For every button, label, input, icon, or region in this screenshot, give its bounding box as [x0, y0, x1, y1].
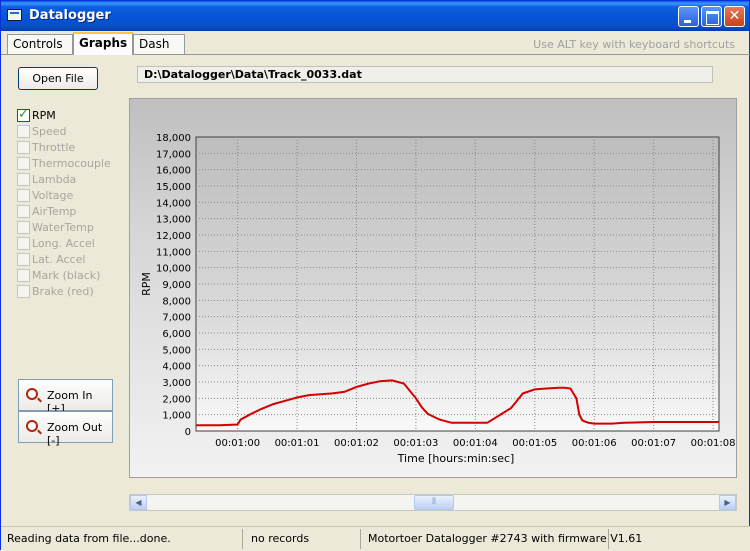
y-tick-label: 10,000: [156, 264, 191, 275]
y-tick-label: 12,000: [156, 231, 191, 242]
y-tick-label: 8,000: [162, 296, 191, 307]
status-bar: Reading data from file...done. no record…: [1, 526, 750, 551]
channel-label: Voltage: [32, 189, 74, 202]
status-device: Motortoer Datalogger #2743 with firmware…: [368, 532, 643, 545]
x-tick-label: 00:01:00: [215, 438, 260, 449]
checkbox[interactable]: [17, 221, 30, 234]
app-window: Datalogger ✕ Controls Graphs Dash Use AL…: [0, 0, 750, 551]
scroll-thumb[interactable]: ⦀: [414, 495, 454, 510]
rpm-chart[interactable]: 0 1,000 2,000 3,000 4,000 5,000 6,000 7,000 8,00…: [129, 98, 737, 478]
checkbox[interactable]: [17, 141, 30, 154]
x-tick-label: 00:01:08: [691, 438, 736, 449]
channel-label: Throttle: [32, 141, 76, 154]
channel-lambda[interactable]: Lambda: [17, 171, 125, 187]
channel-watertemp[interactable]: WaterTemp: [17, 219, 125, 235]
app-icon: [7, 9, 22, 21]
y-tick-label: 0: [185, 427, 191, 438]
y-tick-label: 9,000: [162, 280, 191, 291]
channel-long-accel[interactable]: Long. Accel: [17, 235, 125, 251]
zoom-out-icon: [26, 420, 38, 432]
zoom-in-button[interactable]: Zoom In [+]: [18, 379, 113, 415]
y-tick-label: 7,000: [162, 313, 191, 324]
shortcut-hint: Use ALT key with keyboard shortcuts: [533, 38, 735, 51]
x-tick-label: 00:01:04: [453, 438, 498, 449]
close-icon: ✕: [728, 8, 741, 24]
status-message: Reading data from file...done.: [7, 532, 171, 545]
channel-label: AirTemp: [32, 205, 77, 218]
tab-controls[interactable]: Controls: [7, 34, 73, 55]
channel-brake[interactable]: Brake (red): [17, 283, 125, 299]
scroll-left-button[interactable]: ◀: [130, 495, 147, 510]
y-tick-label: 17,000: [156, 149, 191, 160]
channel-label: Long. Accel: [32, 237, 95, 250]
channel-label: Brake (red): [32, 285, 94, 298]
channel-label: Lat. Accel: [32, 253, 86, 266]
channel-rpm[interactable]: RPM: [17, 107, 125, 123]
checkbox[interactable]: [17, 253, 30, 266]
x-tick-label: 00:01:02: [334, 438, 379, 449]
channel-label: Lambda: [32, 173, 77, 186]
checkbox[interactable]: [17, 173, 30, 186]
channel-voltage[interactable]: Voltage: [17, 187, 125, 203]
zoom-out-label: Zoom Out [-]: [47, 421, 103, 447]
status-divider: [608, 529, 609, 549]
checkbox[interactable]: [17, 285, 30, 298]
chart-scrollbar[interactable]: ◀ ⦀ ▶: [129, 494, 737, 511]
x-tick-label: 00:01:01: [275, 438, 320, 449]
channel-lat-accel[interactable]: Lat. Accel: [17, 251, 125, 267]
y-tick-label: 2,000: [162, 394, 191, 405]
checkbox[interactable]: [17, 205, 30, 218]
y-tick-label: 5,000: [162, 345, 191, 356]
checkbox[interactable]: [17, 125, 30, 138]
channel-airtemp[interactable]: AirTemp: [17, 203, 125, 219]
maximize-button[interactable]: [701, 6, 722, 27]
channel-label: Speed: [32, 125, 67, 138]
y-tick-label: 18,000: [156, 133, 191, 144]
channel-mark[interactable]: Mark (black): [17, 267, 125, 283]
y-tick-label: 16,000: [156, 166, 191, 177]
y-tick-label: 14,000: [156, 198, 191, 209]
y-tick-label: 15,000: [156, 182, 191, 193]
status-divider: [242, 529, 243, 549]
window-title: Datalogger: [29, 8, 111, 23]
channel-label: Mark (black): [32, 269, 101, 282]
channel-label: RPM: [32, 109, 56, 122]
minimize-button[interactable]: [678, 6, 699, 27]
open-file-button[interactable]: Open File: [18, 67, 98, 90]
checkbox[interactable]: [17, 157, 30, 170]
y-tick-label: 4,000: [162, 362, 191, 373]
checkbox[interactable]: [17, 269, 30, 282]
x-tick-label: 00:01:03: [393, 438, 438, 449]
file-path-field: D:\Datalogger\Data\Track_0033.dat: [137, 66, 713, 83]
channel-list: RPM Speed Throttle Thermocouple Lambda V…: [17, 107, 125, 299]
tab-graphs[interactable]: Graphs: [73, 32, 133, 55]
channel-label: Thermocouple: [32, 157, 111, 170]
status-records: no records: [251, 532, 310, 545]
close-button[interactable]: ✕: [724, 6, 745, 27]
x-tick-label: 00:01:05: [512, 438, 557, 449]
scroll-right-button[interactable]: ▶: [719, 495, 736, 510]
y-tick-label: 6,000: [162, 329, 191, 340]
zoom-out-button[interactable]: Zoom Out [-]: [18, 411, 113, 447]
checkbox[interactable]: [17, 237, 30, 250]
x-axis-label: Time [hours:min:sec]: [397, 452, 515, 465]
status-divider: [360, 529, 361, 549]
tab-dash[interactable]: Dash: [133, 34, 185, 55]
title-bar[interactable]: Datalogger ✕: [1, 1, 749, 31]
checkbox[interactable]: [17, 189, 30, 202]
y-axis-label: RPM: [140, 272, 153, 296]
channel-speed[interactable]: Speed: [17, 123, 125, 139]
channel-thermocouple[interactable]: Thermocouple: [17, 155, 125, 171]
y-tick-label: 3,000: [162, 378, 191, 389]
y-tick-label: 13,000: [156, 215, 191, 226]
y-tick-label: 1,000: [162, 411, 191, 422]
y-tick-label: 11,000: [156, 247, 191, 258]
checkbox[interactable]: [17, 107, 30, 122]
x-tick-label: 00:01:07: [631, 438, 676, 449]
zoom-in-icon: [26, 388, 38, 400]
x-tick-label: 00:01:06: [572, 438, 617, 449]
channel-label: WaterTemp: [32, 221, 94, 234]
channel-throttle[interactable]: Throttle: [17, 139, 125, 155]
